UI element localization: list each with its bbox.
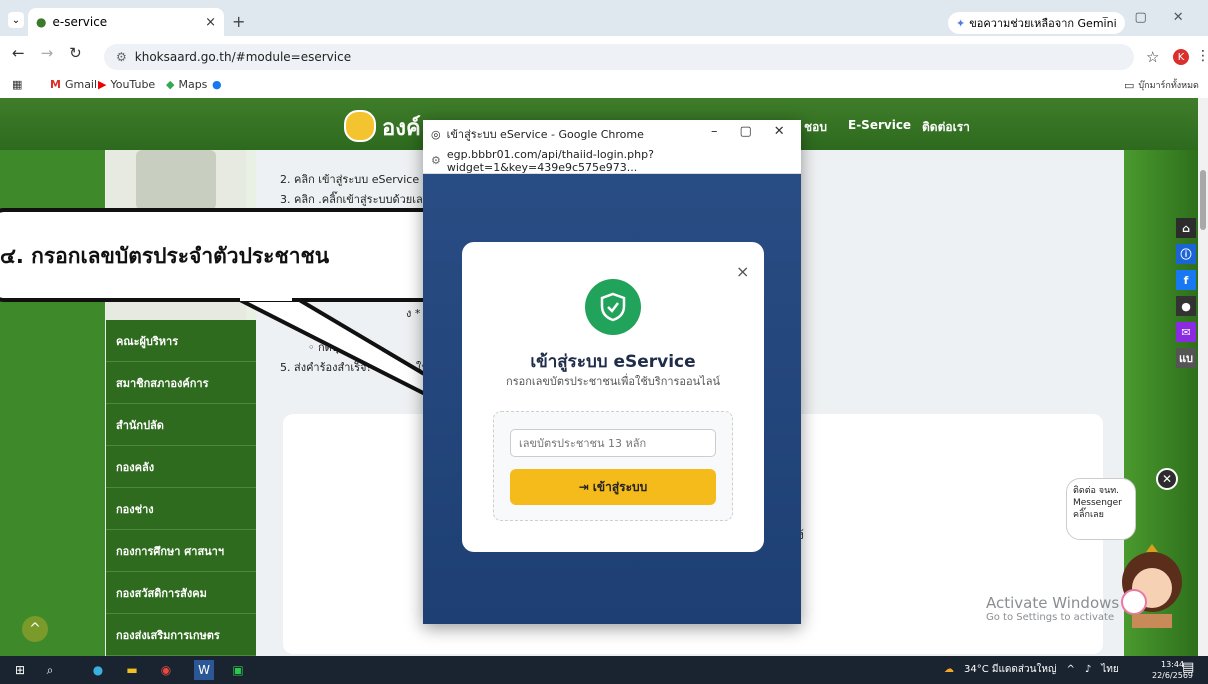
search-icon[interactable]: ⌕ (40, 660, 60, 680)
weather-text[interactable]: 34°C มีแดดส่วนใหญ่ (964, 662, 1056, 677)
modal-subtitle: กรอกเลขบัตรประชาชนเพื่อใช้บริการออนไลน์ (506, 375, 720, 388)
modal-title: เข้าสู่ระบบ eService (530, 352, 696, 372)
citizen-id-input[interactable] (510, 429, 716, 457)
chrome-icon: ◎ (431, 127, 441, 141)
popup-minimize-icon[interactable]: – (711, 124, 718, 139)
popup-restore-icon[interactable]: ▢ (740, 124, 752, 139)
word-icon[interactable]: W (194, 660, 214, 680)
modal-close-icon[interactable]: × (736, 262, 749, 281)
notifications-icon[interactable]: ▤ (1182, 660, 1194, 675)
callout-text: ๔. กรอกเลขบัตรประจำตัวประชาชน (0, 244, 330, 268)
popup-site-info-icon: ⚙ (431, 154, 441, 167)
popup-title: เข้าสู่ระบบ eService - Google Chrome (446, 128, 644, 141)
login-icon: ⇥ (578, 480, 589, 494)
volume-icon[interactable]: ♪ (1085, 664, 1091, 675)
windows-start-icon[interactable]: ⊞ (10, 660, 30, 680)
chrome-taskbar-icon[interactable]: ◉ (156, 660, 176, 680)
popup-url-text: egp.bbbr01.com/api/thaiid-login.php?widg… (446, 147, 654, 174)
tray-chevron-icon[interactable]: ^ (1066, 664, 1074, 675)
shield-check-icon (585, 279, 641, 335)
login-button[interactable]: ⇥ เข้าสู่ระบบ (510, 469, 716, 505)
login-button-label: เข้าสู่ระบบ (592, 479, 648, 494)
language-indicator[interactable]: ไทย (1101, 662, 1118, 677)
system-tray: ☁ 34°C มีแดดส่วนใหญ่ ^ ♪ ไทย (944, 662, 1119, 677)
popup-close-icon[interactable]: ✕ (774, 124, 785, 139)
weather-icon: ☁ (944, 664, 954, 675)
edge-icon[interactable]: ● (88, 660, 108, 680)
line-icon[interactable]: ▣ (228, 660, 248, 680)
file-explorer-icon[interactable]: ▬ (122, 660, 142, 680)
popup-window-controls: – ▢ ✕ (711, 124, 785, 139)
popup-url-bar[interactable]: ⚙ egp.bbbr01.com/api/thaiid-login.php?wi… (423, 148, 801, 174)
